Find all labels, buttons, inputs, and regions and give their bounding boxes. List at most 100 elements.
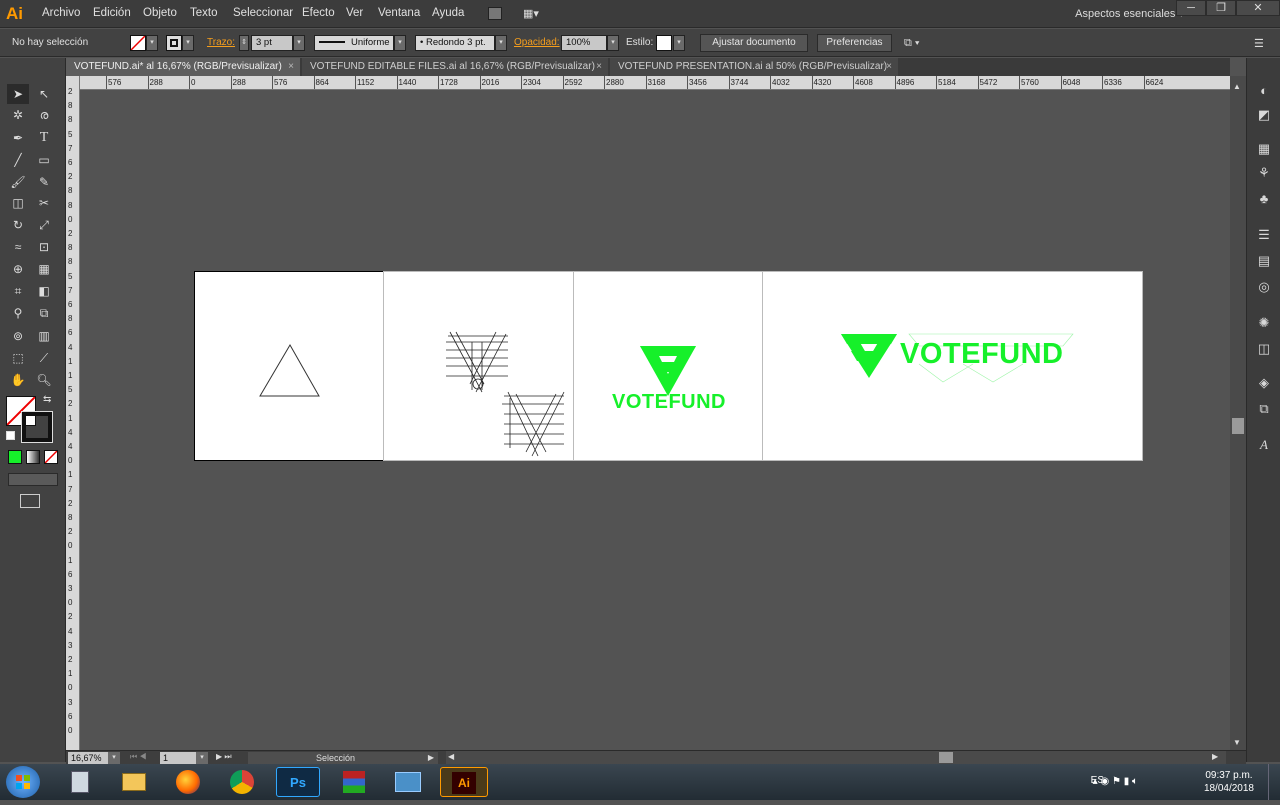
- mesh-tool-icon[interactable]: ⌗: [7, 281, 29, 301]
- direct-selection-tool-icon[interactable]: ↖: [33, 84, 55, 104]
- tab-close-icon[interactable]: ×: [596, 58, 602, 76]
- brush-dropdown[interactable]: ▾: [495, 35, 507, 51]
- zoom-field[interactable]: 16,67%: [68, 752, 108, 764]
- horizontal-scrollbar[interactable]: ◀ ▶: [446, 751, 1226, 765]
- artboard-number-field[interactable]: 1: [160, 752, 196, 764]
- column-graph-tool-icon[interactable]: ▥: [33, 326, 55, 346]
- menu-archivo[interactable]: Archivo: [42, 7, 80, 19]
- slice-tool-icon[interactable]: ⟋: [33, 348, 55, 368]
- blend-tool-icon[interactable]: ⧉: [33, 303, 55, 323]
- shape-builder-tool-icon[interactable]: ⊕: [7, 259, 29, 279]
- symbol-sprayer-tool-icon[interactable]: ⊚: [7, 326, 29, 346]
- workspace-switcher[interactable]: Aspectos esenciales ▾: [1075, 7, 1184, 20]
- control-panel-menu-icon[interactable]: ☰: [1254, 37, 1264, 50]
- artboard-4[interactable]: VOTEFUND: [762, 271, 1143, 461]
- tab-votefund[interactable]: VOTEFUND.ai* al 16,67% (RGB/Previsualiza…: [66, 58, 300, 76]
- magic-wand-tool-icon[interactable]: ✲: [7, 105, 29, 125]
- stroke-weight-dropdown[interactable]: ▾: [293, 35, 305, 51]
- blob-brush-tool-icon[interactable]: ◫: [7, 193, 29, 213]
- default-colors-icon[interactable]: [6, 431, 15, 440]
- status-field[interactable]: Selección ▶: [248, 752, 438, 764]
- tab-votefund-presentation[interactable]: VOTEFUND PRESENTATION.ai al 50% (RGB/Pre…: [610, 58, 898, 76]
- network-icon[interactable]: [384, 767, 432, 797]
- tab-votefund-editable[interactable]: VOTEFUND EDITABLE FILES.ai al 16,67% (RG…: [302, 58, 608, 76]
- stroke-stepper[interactable]: ⇕: [239, 35, 249, 51]
- swap-colors-icon[interactable]: ⇆: [43, 394, 51, 405]
- vertical-scrollbar[interactable]: ▲ ▼: [1230, 76, 1246, 750]
- start-button[interactable]: [6, 766, 40, 798]
- perspective-grid-tool-icon[interactable]: ▦: [33, 259, 55, 279]
- rotate-tool-icon[interactable]: ↻: [7, 215, 29, 235]
- line-tool-icon[interactable]: ╱: [7, 150, 29, 170]
- artboard-tool-icon[interactable]: ⬚: [7, 348, 29, 368]
- first-artboard-icon[interactable]: ⏮ ◀: [130, 752, 147, 762]
- winrar-icon[interactable]: [330, 767, 378, 797]
- layers-panel-icon[interactable]: ◈: [1253, 372, 1275, 394]
- menu-texto[interactable]: Texto: [190, 7, 218, 19]
- stroke-swatch[interactable]: [166, 35, 182, 51]
- tab-close-icon[interactable]: ×: [886, 58, 892, 76]
- chrome-icon[interactable]: [218, 767, 266, 797]
- stroke-weight-field[interactable]: 3 pt: [251, 35, 293, 51]
- symbols-panel-icon[interactable]: ♣: [1253, 188, 1275, 210]
- photoshop-icon[interactable]: Ps: [276, 767, 320, 797]
- scroll-down-icon[interactable]: ▼: [1233, 738, 1241, 747]
- gradient-mode-icon[interactable]: [26, 450, 40, 464]
- free-transform-tool-icon[interactable]: ⊡: [33, 237, 55, 257]
- menu-seleccionar[interactable]: Seleccionar: [233, 7, 293, 19]
- paintbrush-tool-icon[interactable]: 🖌︎: [7, 172, 29, 192]
- draw-mode-icons[interactable]: [8, 473, 58, 486]
- maximize-button[interactable]: ❐: [1206, 0, 1236, 16]
- menu-objeto[interactable]: Objeto: [143, 7, 177, 19]
- status-menu-icon[interactable]: ▶: [428, 752, 434, 764]
- menu-efecto[interactable]: Efecto: [302, 7, 335, 19]
- artboard-2[interactable]: [383, 271, 574, 461]
- eyedropper-tool-icon[interactable]: ⚲: [7, 303, 29, 323]
- artboard-3[interactable]: VOTEFUND: [573, 271, 763, 461]
- opacity-dropdown[interactable]: ▾: [607, 35, 619, 51]
- artboard-dropdown[interactable]: ▾: [196, 752, 208, 764]
- show-desktop-button[interactable]: [1268, 764, 1280, 800]
- zoom-dropdown[interactable]: ▾: [108, 752, 120, 764]
- arrange-documents-icon[interactable]: ▦▾: [523, 7, 545, 20]
- none-mode-icon[interactable]: [44, 450, 58, 464]
- color-guide-icon[interactable]: ◩: [1253, 104, 1275, 126]
- color-panel-icon[interactable]: ◐: [1253, 80, 1275, 102]
- pencil-tool-icon[interactable]: ✎: [33, 172, 55, 192]
- canvas[interactable]: VOTEFUND VOTEFUND: [80, 90, 1230, 750]
- color-mode-icon[interactable]: [8, 450, 22, 464]
- opacity-field[interactable]: 100%: [561, 35, 607, 51]
- warp-tool-icon[interactable]: ≈: [7, 237, 29, 257]
- firefox-icon[interactable]: [164, 767, 212, 797]
- horizontal-scroll-thumb[interactable]: [939, 752, 953, 763]
- selection-tool-icon[interactable]: ➤: [7, 84, 29, 104]
- screen-mode-icon[interactable]: [20, 494, 40, 508]
- stroke-panel-icon[interactable]: ☰: [1253, 224, 1275, 246]
- type-tool-icon[interactable]: T: [33, 128, 55, 148]
- close-button[interactable]: ✕: [1236, 0, 1280, 16]
- tab-close-icon[interactable]: ×: [288, 58, 294, 76]
- gradient-tool-icon[interactable]: ◧: [33, 281, 55, 301]
- scroll-up-icon[interactable]: ▲: [1233, 82, 1241, 91]
- fill-dropdown[interactable]: ▾: [146, 35, 158, 51]
- transparency-panel-icon[interactable]: ◎: [1253, 276, 1275, 298]
- isolation-mode-icon[interactable]: ⧉ ▾: [904, 37, 920, 50]
- calculator-icon[interactable]: [56, 767, 104, 797]
- fill-swatch[interactable]: [130, 35, 146, 51]
- lasso-tool-icon[interactable]: ര: [33, 105, 55, 125]
- fit-document-button[interactable]: Ajustar documento: [700, 34, 808, 52]
- vertical-ruler[interactable]: 2 8 8 5 7 6 2 8 8 0 2 8 8 5 7 6 8 6 4 1 1 5 2 1 4 4 0 1 7 2 8 2 0 1 6 3 0 2 4 3…: [66, 76, 80, 750]
- character-panel-icon[interactable]: A: [1253, 434, 1275, 456]
- scissors-tool-icon[interactable]: ✂: [33, 193, 55, 213]
- system-clock[interactable]: 09:37 p.m. 18/04/2018: [1204, 769, 1254, 795]
- profile-dropdown[interactable]: ▾: [394, 35, 406, 51]
- graphic-style-swatch[interactable]: [656, 35, 672, 51]
- zoom-tool-icon[interactable]: 🔍︎: [33, 370, 55, 390]
- stroke-color-box[interactable]: [21, 411, 53, 443]
- pen-tool-icon[interactable]: ✒: [7, 128, 29, 148]
- menu-ventana[interactable]: Ventana: [378, 7, 420, 19]
- scroll-left-icon[interactable]: ◀: [448, 752, 454, 761]
- vertical-scroll-thumb[interactable]: [1232, 418, 1244, 434]
- stroke-dropdown[interactable]: ▾: [182, 35, 194, 51]
- stroke-label[interactable]: Trazo:: [207, 37, 235, 48]
